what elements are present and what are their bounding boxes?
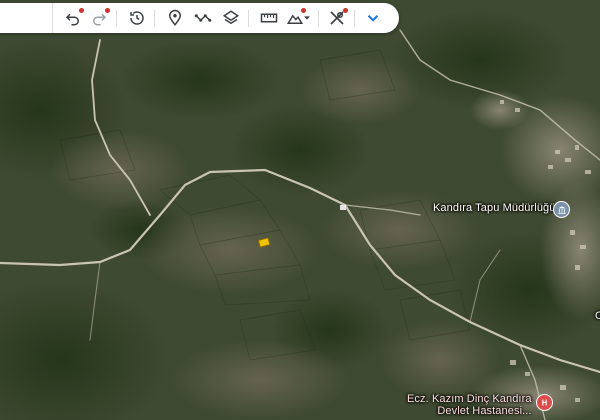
elevation-dropdown[interactable]: [300, 5, 314, 31]
toolbar-divider: [248, 10, 249, 27]
caret-down-icon: [304, 16, 310, 20]
chevron-down-icon: [367, 15, 379, 22]
history-button[interactable]: [124, 5, 150, 31]
undo-button[interactable]: [60, 5, 86, 31]
measure-button[interactable]: [256, 5, 282, 31]
hospital-icon[interactable]: [536, 394, 553, 411]
redo-notification-dot: [105, 8, 110, 13]
tools-notification-dot: [343, 8, 348, 13]
place-label-hospital[interactable]: Ecz. Kazım Dinç Kandıra Devlet Hastanesi…: [407, 393, 532, 417]
government-building-icon[interactable]: [553, 201, 570, 218]
ruler-icon: [260, 13, 278, 23]
place-label-tapu[interactable]: Kandıra Tapu Müdürlüğü: [433, 202, 555, 214]
layers-icon: [222, 10, 240, 25]
toolbar-divider: [116, 10, 117, 27]
placemark-icon: [168, 9, 182, 26]
collapse-button[interactable]: [360, 5, 386, 31]
add-placemark-button[interactable]: [162, 5, 188, 31]
hospital-label-line1: Ecz. Kazım Dinç Kandıra: [407, 393, 532, 405]
place-label-partial: O: [595, 310, 600, 322]
add-path-button[interactable]: [190, 5, 216, 31]
toolbar-divider: [318, 10, 319, 27]
toolbar-divider: [354, 10, 355, 27]
layers-button[interactable]: [218, 5, 244, 31]
hospital-label-line2: Devlet Hastanesi...: [437, 405, 532, 417]
redo-button[interactable]: [86, 5, 112, 31]
toolbar-divider: [154, 10, 155, 27]
search-box[interactable]: [0, 3, 53, 33]
path-icon: [194, 14, 212, 22]
tools-button[interactable]: [324, 5, 350, 31]
history-icon: [130, 11, 144, 25]
undo-notification-dot: [79, 8, 84, 13]
building-marker: [340, 205, 346, 210]
map-toolbar: [0, 3, 399, 33]
